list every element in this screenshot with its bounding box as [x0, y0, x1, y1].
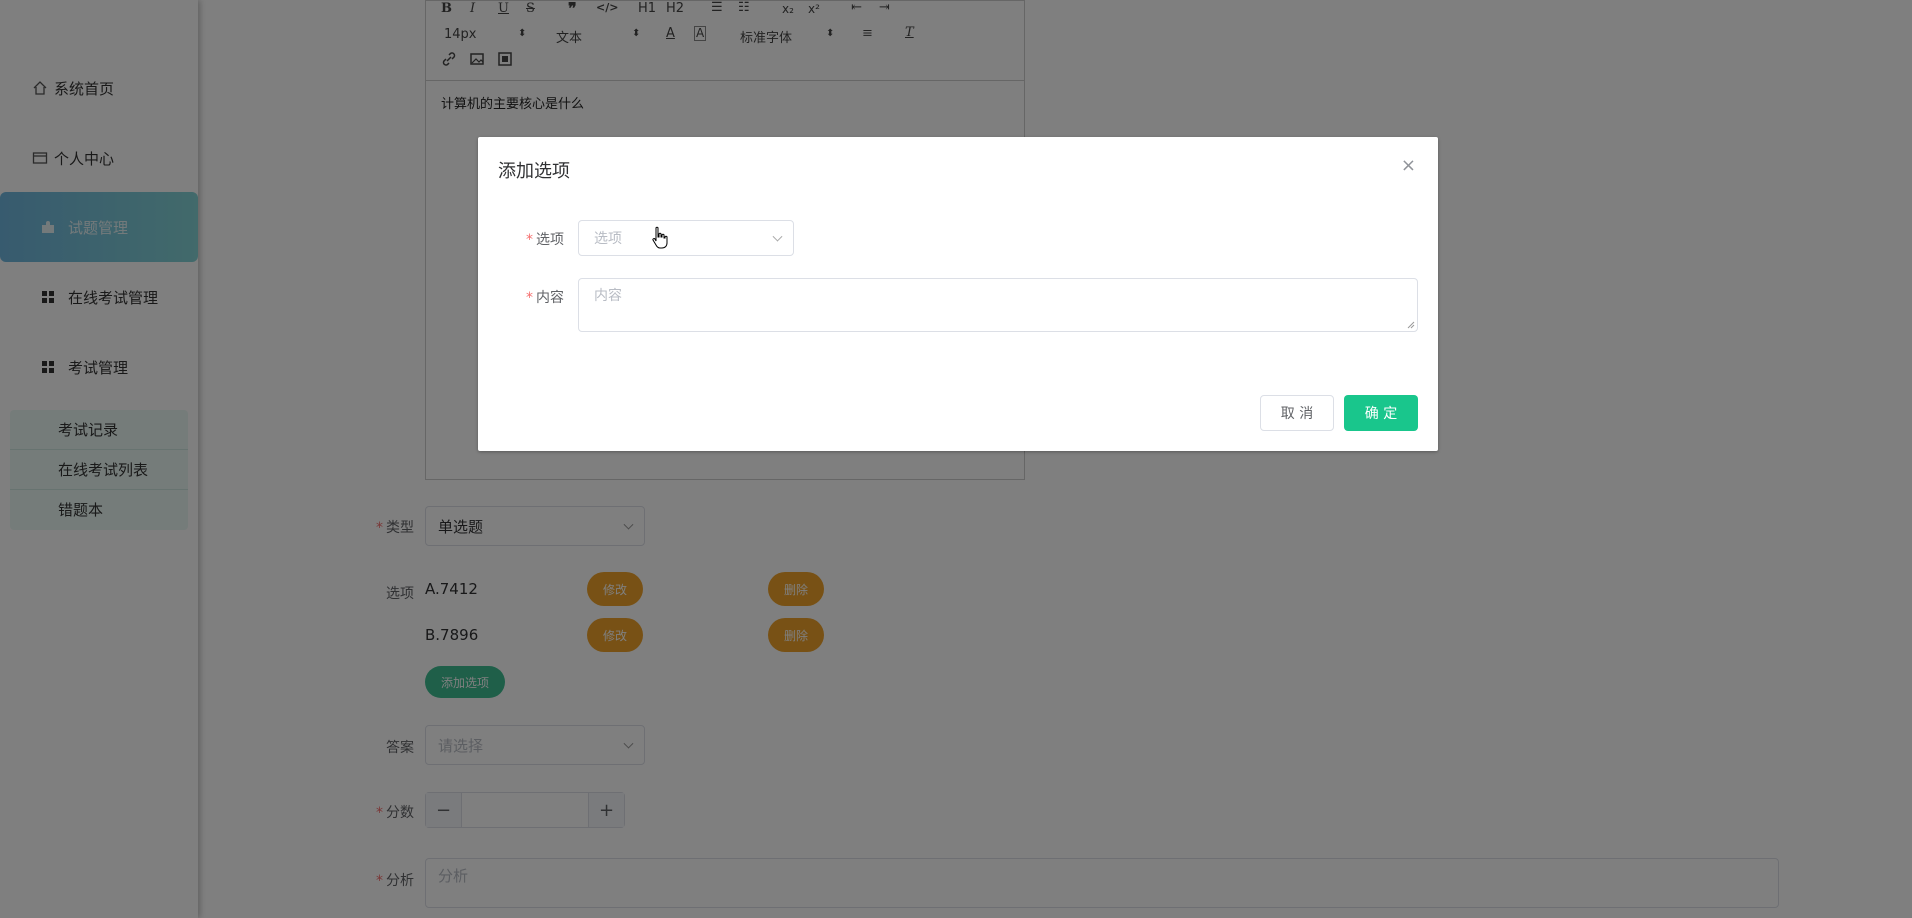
- content-field-label: * 内容: [526, 290, 564, 306]
- option-field-label: * 选项: [526, 232, 564, 248]
- hand-cursor-icon: [652, 226, 668, 249]
- cancel-button[interactable]: 取 消: [1260, 395, 1334, 431]
- add-option-dialog: 添加选项 × * 选项 选项 * 内容 内容 取 消 确 定: [478, 137, 1438, 451]
- content-textarea[interactable]: 内容: [578, 278, 1418, 332]
- dialog-title: 添加选项: [498, 161, 570, 182]
- option-select[interactable]: 选项: [578, 220, 794, 256]
- confirm-button[interactable]: 确 定: [1344, 395, 1418, 431]
- close-icon[interactable]: ×: [1401, 155, 1416, 176]
- chevron-down-icon: [772, 231, 783, 242]
- resize-handle-icon[interactable]: [1407, 321, 1415, 329]
